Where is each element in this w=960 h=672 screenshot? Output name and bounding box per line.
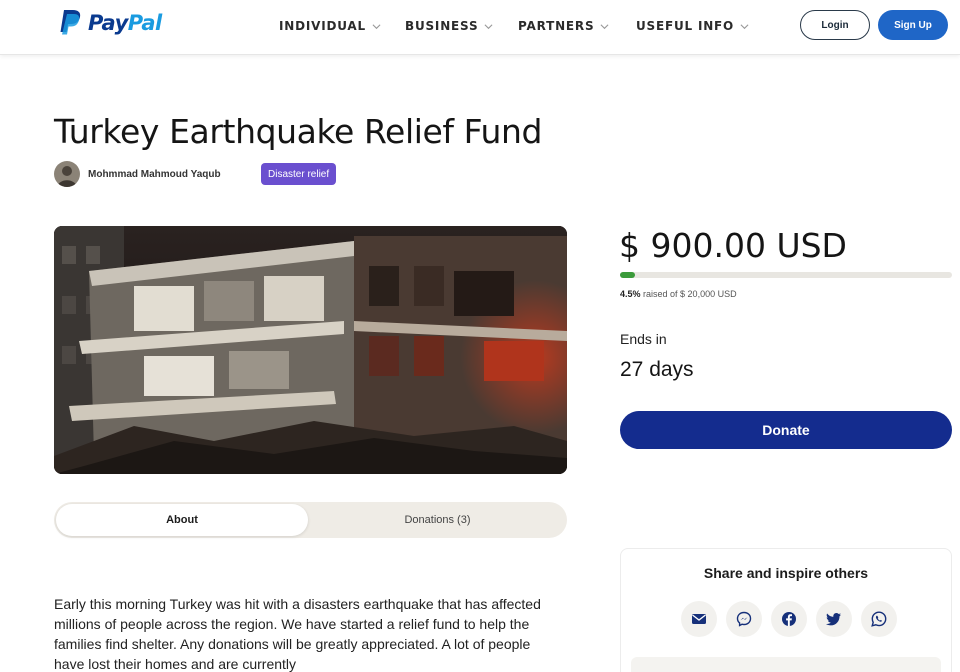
tab-about[interactable]: About xyxy=(56,504,308,536)
author-name: Mohmmad Mahmoud Yaqub xyxy=(88,168,221,180)
chevron-down-icon xyxy=(372,23,381,29)
progress-bar xyxy=(620,272,952,278)
whatsapp-icon xyxy=(871,611,887,627)
about-description: Early this morning Turkey was hit with a… xyxy=(54,596,541,672)
raised-goal-text: raised of $ 20,000 USD xyxy=(643,289,737,299)
messenger-icon xyxy=(736,611,752,627)
facebook-icon xyxy=(782,612,796,626)
raised-summary: 4.5% raised of $ 20,000 USD xyxy=(620,289,737,299)
chevron-down-icon xyxy=(740,23,749,29)
twitter-icon xyxy=(826,613,841,626)
share-twitter-button[interactable] xyxy=(816,601,852,637)
share-messenger-button[interactable] xyxy=(726,601,762,637)
avatar xyxy=(54,161,80,187)
share-facebook-button[interactable] xyxy=(771,601,807,637)
chevron-down-icon xyxy=(484,23,493,29)
nav-label: USEFUL INFO xyxy=(636,19,735,33)
nav-label: BUSINESS xyxy=(405,19,479,33)
nav-label: INDIVIDUAL xyxy=(279,19,366,33)
share-footer xyxy=(631,657,941,672)
share-email-button[interactable] xyxy=(681,601,717,637)
chevron-down-icon xyxy=(600,23,609,29)
share-whatsapp-button[interactable] xyxy=(861,601,897,637)
nav-label: PARTNERS xyxy=(518,19,595,33)
tab-donations[interactable]: Donations (3) xyxy=(310,504,565,536)
nav-business[interactable]: BUSINESS xyxy=(405,19,493,33)
login-button[interactable]: Login xyxy=(800,10,870,40)
top-header: PayPal INDIVIDUAL BUSINESS PARTNERS USEF… xyxy=(0,0,960,55)
ends-in-label: Ends in xyxy=(620,331,667,347)
campaign-image xyxy=(54,226,567,474)
signup-button[interactable]: Sign Up xyxy=(878,10,948,40)
nav-individual[interactable]: INDIVIDUAL xyxy=(279,19,381,33)
page-title: Turkey Earthquake Relief Fund xyxy=(54,112,543,151)
raised-amount: $ 900.00 USD xyxy=(619,226,847,265)
nav-useful-info[interactable]: USEFUL INFO xyxy=(636,19,749,33)
paypal-logo[interactable]: PayPal xyxy=(58,9,162,37)
category-badge: Disaster relief xyxy=(261,163,337,185)
ends-in-value: 27 days xyxy=(620,358,694,381)
campaign-author[interactable]: Mohmmad Mahmoud Yaqub xyxy=(54,161,221,187)
share-icons xyxy=(681,601,897,637)
paypal-logo-icon xyxy=(60,10,81,35)
donate-button[interactable]: Donate xyxy=(620,411,952,449)
share-card: Share and inspire others xyxy=(620,548,952,672)
progress-fill xyxy=(620,272,635,278)
campaign-tabs: About Donations (3) xyxy=(54,502,567,538)
email-icon xyxy=(692,614,706,624)
paypal-wordmark: PayPal xyxy=(88,11,162,35)
share-title: Share and inspire others xyxy=(703,565,869,581)
nav-partners[interactable]: PARTNERS xyxy=(518,19,609,33)
progress-percent: 4.5% xyxy=(620,289,641,299)
